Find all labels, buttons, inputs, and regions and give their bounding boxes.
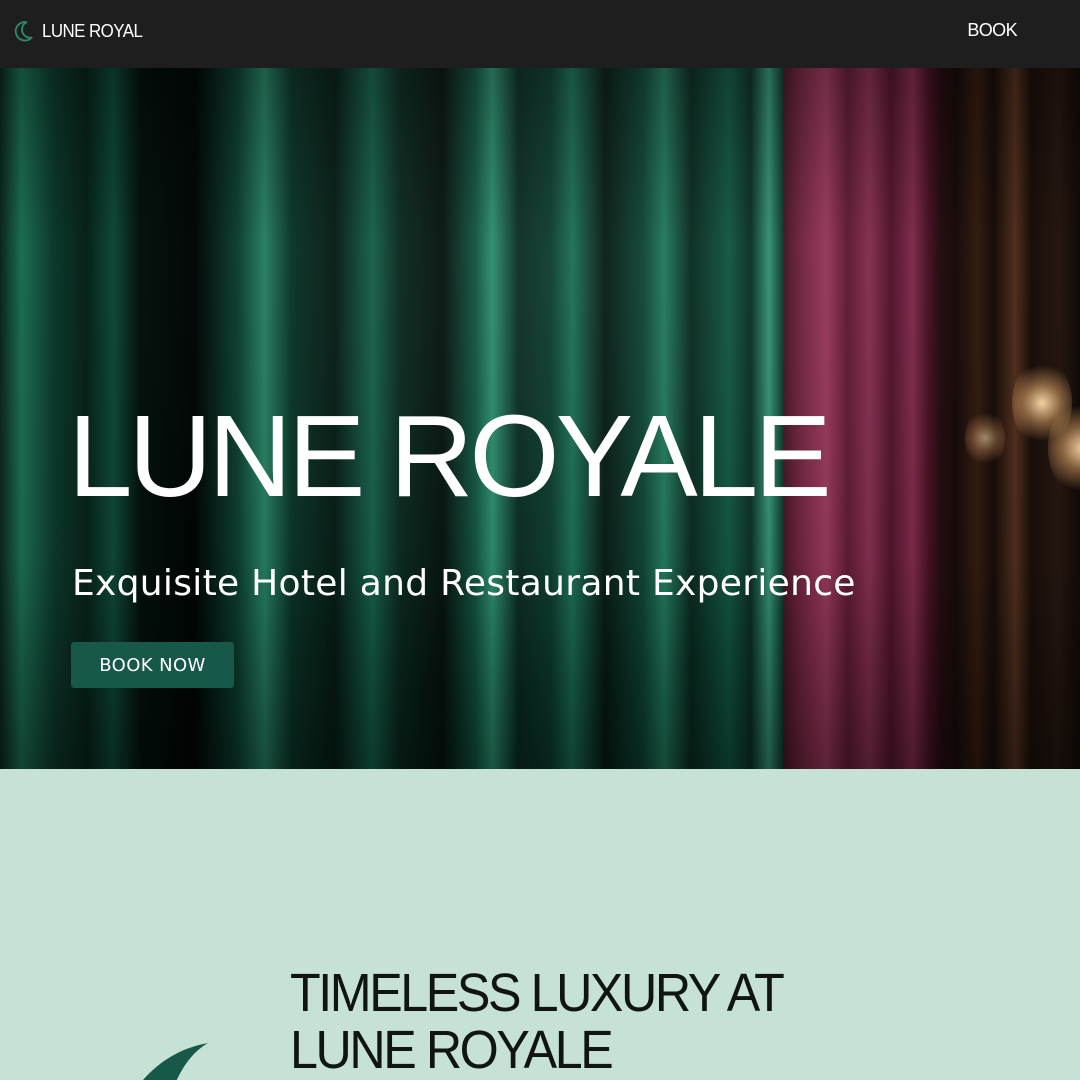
hero-subtitle: Exquisite Hotel and Restaurant Experienc… [72,563,856,604]
about-heading: TIMELESS LUXURY AT LUNE ROYALE [290,963,784,1080]
wall-light-decoration [965,408,1005,468]
hero-banner: LUNE ROYALE Exquisite Hotel and Restaura… [0,68,1080,769]
crescent-moon-icon [14,21,33,42]
about-section: TIMELESS LUXURY AT LUNE ROYALE [0,769,1080,1080]
hero-title: LUNE ROYALE [68,391,832,521]
leaf-icon [143,1043,208,1080]
book-now-button[interactable]: BOOK NOW [71,642,234,688]
brand-name: LUNE ROYAL [42,20,143,41]
nav-book-link[interactable]: BOOK [967,20,1017,41]
top-navbar: LUNE ROYAL BOOK [0,0,1080,68]
brand-logo-link[interactable]: LUNE ROYAL [12,17,149,45]
